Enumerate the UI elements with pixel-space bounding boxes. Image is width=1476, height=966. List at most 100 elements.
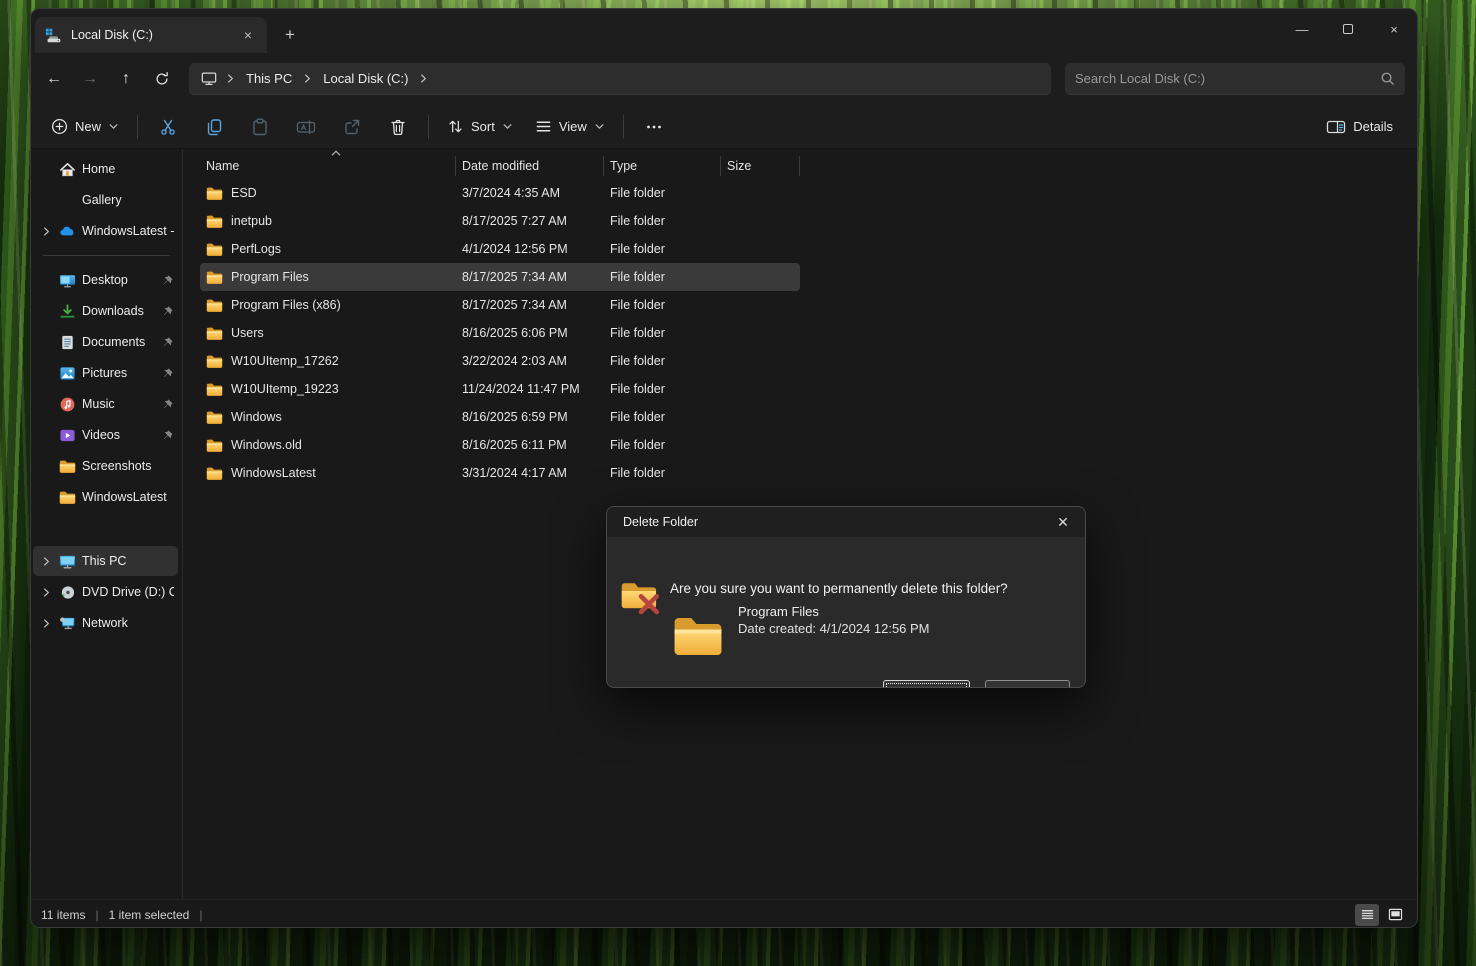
details-view-toggle[interactable] [1355,904,1379,926]
delete-button[interactable] [376,110,420,144]
file-name: inetpub [231,214,272,228]
table-row[interactable]: Program Files (x86) 8/17/2025 7:34 AM Fi… [200,291,800,319]
search-input[interactable] [1075,71,1372,86]
sidebar-item-label: Music [82,397,155,411]
sidebar-item-label: Home [82,162,174,176]
sidebar-item-windowslatest[interactable]: WindowsLatest [33,482,178,512]
sidebar-item-network[interactable]: Network [33,608,178,638]
file-date-modified: 3/7/2024 4:35 AM [456,186,604,200]
rename-button[interactable] [284,110,328,144]
details-pane-button[interactable]: Details [1316,110,1403,144]
file-type: File folder [604,270,721,284]
table-row[interactable]: W10UItemp_17262 3/22/2024 2:03 AM File f… [200,347,800,375]
sidebar-item-icon [59,303,76,320]
file-name: Windows [231,410,282,424]
column-header-size[interactable]: Size [721,156,800,176]
dialog-item-name: Program Files [738,604,819,619]
yes-button[interactable]: Yes [883,680,970,688]
more-options-button[interactable] [632,110,676,144]
chevron-right-icon [418,73,429,84]
file-type: File folder [604,410,721,424]
sidebar-item-dvd-drive-d-ccc[interactable]: DVD Drive (D:) CCC [33,577,178,607]
chevron-down-icon [594,121,605,132]
column-header-type[interactable]: Type [604,156,721,176]
paste-button[interactable] [238,110,282,144]
tab-close-button[interactable]: × [237,24,259,46]
thumbnail-view-toggle[interactable] [1383,904,1407,926]
up-button[interactable]: ↑ [109,63,143,95]
new-tab-button[interactable]: + [275,21,305,49]
tab-local-disk-c[interactable]: Local Disk (C:) × [35,17,267,53]
breadcrumb-local-disk[interactable]: Local Disk (C:) [315,67,416,90]
sidebar-item-label: Network [82,616,174,630]
file-date-modified: 8/16/2025 6:11 PM [456,438,604,452]
sidebar-item-downloads[interactable]: Downloads [33,296,178,326]
address-bar[interactable]: This PC Local Disk (C:) [189,63,1051,95]
sidebar-item-videos[interactable]: Videos [33,420,178,450]
no-button[interactable]: No [985,680,1070,688]
file-type: File folder [604,298,721,312]
table-row[interactable]: W10UItemp_19223 11/24/2024 11:47 PM File… [200,375,800,403]
dialog-message: Are you sure you want to permanently del… [670,581,1008,596]
expander-chevron-icon[interactable] [39,618,53,629]
expander-chevron-icon[interactable] [39,556,53,567]
sort-button[interactable]: Sort [437,110,523,144]
table-row[interactable]: inetpub 8/17/2025 7:27 AM File folder [200,207,800,235]
refresh-button[interactable] [145,63,179,95]
sidebar-item-icon [59,192,76,209]
copy-button[interactable] [192,110,236,144]
search-icon[interactable] [1380,71,1395,86]
sidebar-item-music[interactable]: Music [33,389,178,419]
dialog-close-button[interactable]: ✕ [1051,510,1075,534]
maximize-button[interactable] [1325,9,1371,49]
breadcrumb-this-pc[interactable]: This PC [238,67,300,90]
status-bar: 11 items | 1 item selected | [31,899,1417,928]
sidebar-item-label: DVD Drive (D:) CCC [82,585,174,599]
view-button[interactable]: View [525,110,615,144]
forward-button[interactable]: → [73,63,107,95]
sidebar-item-this-pc[interactable]: This PC [33,546,178,576]
table-row[interactable]: Program Files 8/17/2025 7:34 AM File fol… [200,263,800,291]
sidebar-item-windowslatest-pe[interactable]: WindowsLatest - Pe [33,216,178,246]
column-header-name[interactable]: Name [200,156,456,176]
share-button[interactable] [330,110,374,144]
table-row[interactable]: Windows 8/16/2025 6:59 PM File folder [200,403,800,431]
table-row[interactable]: WindowsLatest 3/31/2024 4:17 AM File fol… [200,459,800,487]
back-button[interactable]: ← [37,63,71,95]
table-row[interactable]: Windows.old 8/16/2025 6:11 PM File folde… [200,431,800,459]
breadcrumb-root[interactable] [195,67,223,90]
expander-chevron-icon[interactable] [39,226,53,237]
chevron-right-icon [225,73,236,84]
details-view-icon [1360,908,1375,921]
file-name: W10UItemp_19223 [231,382,339,396]
sidebar-item-desktop[interactable]: Desktop [33,265,178,295]
sidebar-item-gallery[interactable]: Gallery [33,185,178,215]
file-type: File folder [604,466,721,480]
table-row[interactable]: PerfLogs 4/1/2024 12:56 PM File folder [200,235,800,263]
drive-icon [45,27,62,44]
expander-chevron-icon[interactable] [39,587,53,598]
sidebar-item-icon [59,458,76,475]
table-row[interactable]: ESD 3/7/2024 4:35 AM File folder [200,179,800,207]
cut-button[interactable] [146,110,190,144]
folder-icon [206,298,223,313]
sidebar-item-icon [59,161,76,178]
minimize-button[interactable]: — [1279,9,1325,49]
sidebar-item-documents[interactable]: Documents [33,327,178,357]
table-row[interactable]: Users 8/16/2025 6:06 PM File folder [200,319,800,347]
new-button[interactable]: New [41,110,129,144]
file-type: File folder [604,438,721,452]
file-name: WindowsLatest [231,466,316,480]
sidebar-separator [43,255,170,256]
sidebar-item-label: Desktop [82,273,155,287]
sidebar-item-pictures[interactable]: Pictures [33,358,178,388]
sidebar-item-screenshots[interactable]: Screenshots [33,451,178,481]
column-header-date-modified[interactable]: Date modified [456,156,604,176]
plus-circle-icon [51,118,68,135]
view-button-label: View [559,119,587,134]
sidebar-item-home[interactable]: Home [33,154,178,184]
file-name: Program Files [231,270,309,284]
dialog-date-created: Date created: 4/1/2024 12:56 PM [738,621,930,636]
close-button[interactable]: × [1371,9,1417,49]
delete-folder-icon [620,578,662,618]
